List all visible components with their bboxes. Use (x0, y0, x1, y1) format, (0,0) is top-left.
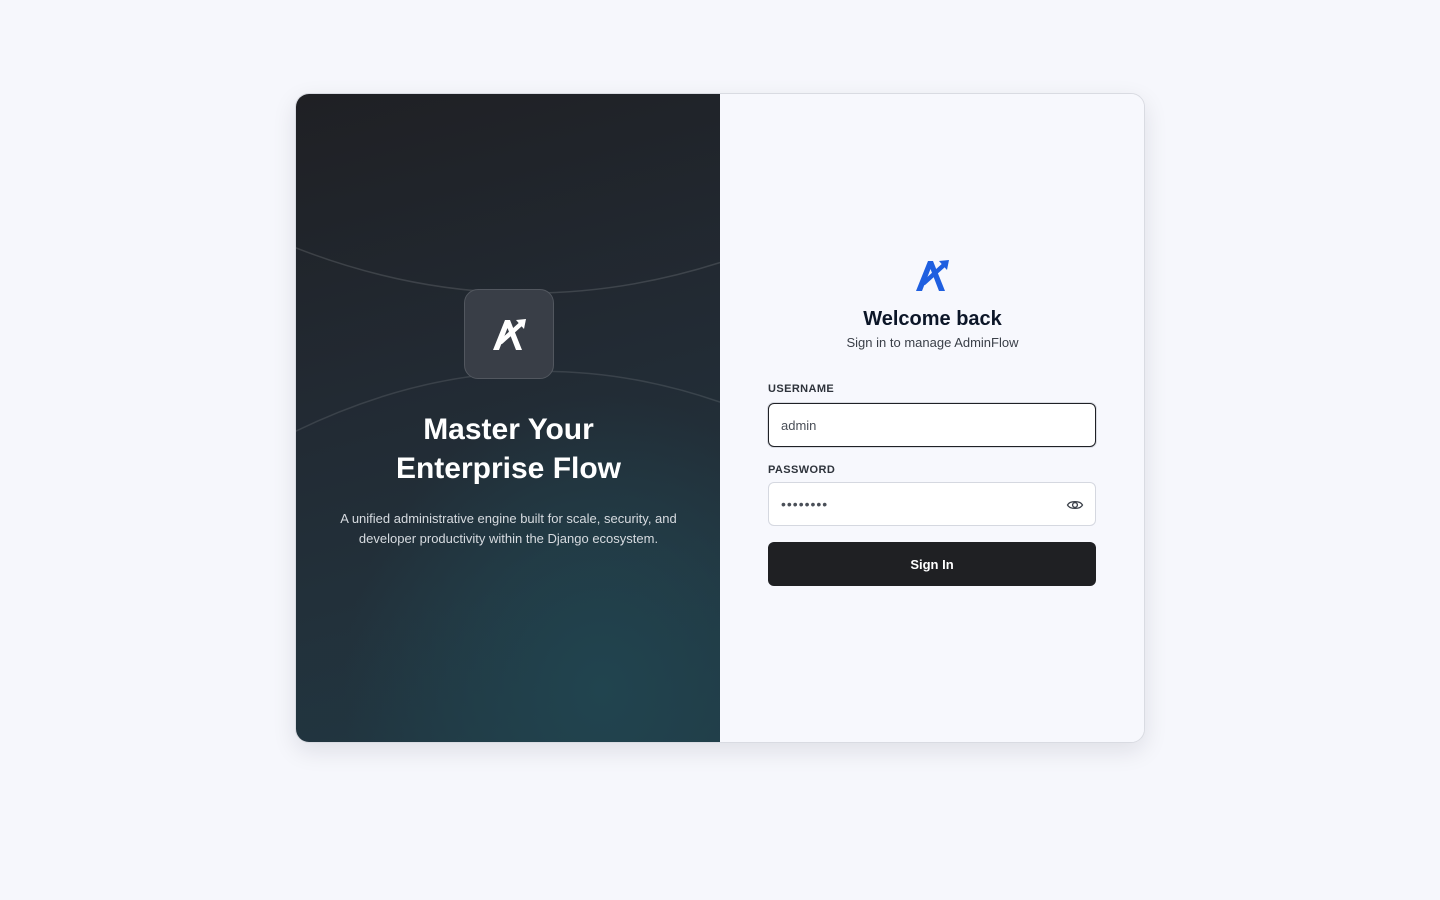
hero-title-line1: Master Your (423, 413, 594, 446)
hero-title: Master Your Enterprise Flow (296, 410, 720, 488)
hero-panel: Master Your Enterprise Flow A unified ad… (296, 94, 720, 742)
welcome-title: Welcome back (863, 308, 1002, 330)
hero-description: A unified administrative engine built fo… (340, 511, 677, 546)
login-form-panel: Welcome back Sign in to manage AdminFlow… (720, 94, 1144, 742)
adminflow-logo-icon (916, 260, 949, 291)
password-label: PASSWORD (768, 464, 836, 476)
login-card: Master Your Enterprise Flow A unified ad… (295, 93, 1145, 743)
username-label: USERNAME (768, 383, 835, 395)
hero-title-line2: Enterprise Flow (395, 452, 622, 485)
welcome-subtitle: Sign in to manage AdminFlow (846, 335, 1019, 350)
username-input[interactable] (769, 404, 1095, 446)
eye-icon[interactable] (1065, 495, 1085, 515)
password-field[interactable] (768, 482, 1096, 526)
username-field[interactable] (768, 403, 1096, 447)
adminflow-logo-icon (493, 319, 526, 350)
sign-in-button[interactable]: Sign In (768, 542, 1096, 586)
hero-logo-tile (464, 289, 554, 379)
password-input[interactable] (769, 483, 1095, 525)
